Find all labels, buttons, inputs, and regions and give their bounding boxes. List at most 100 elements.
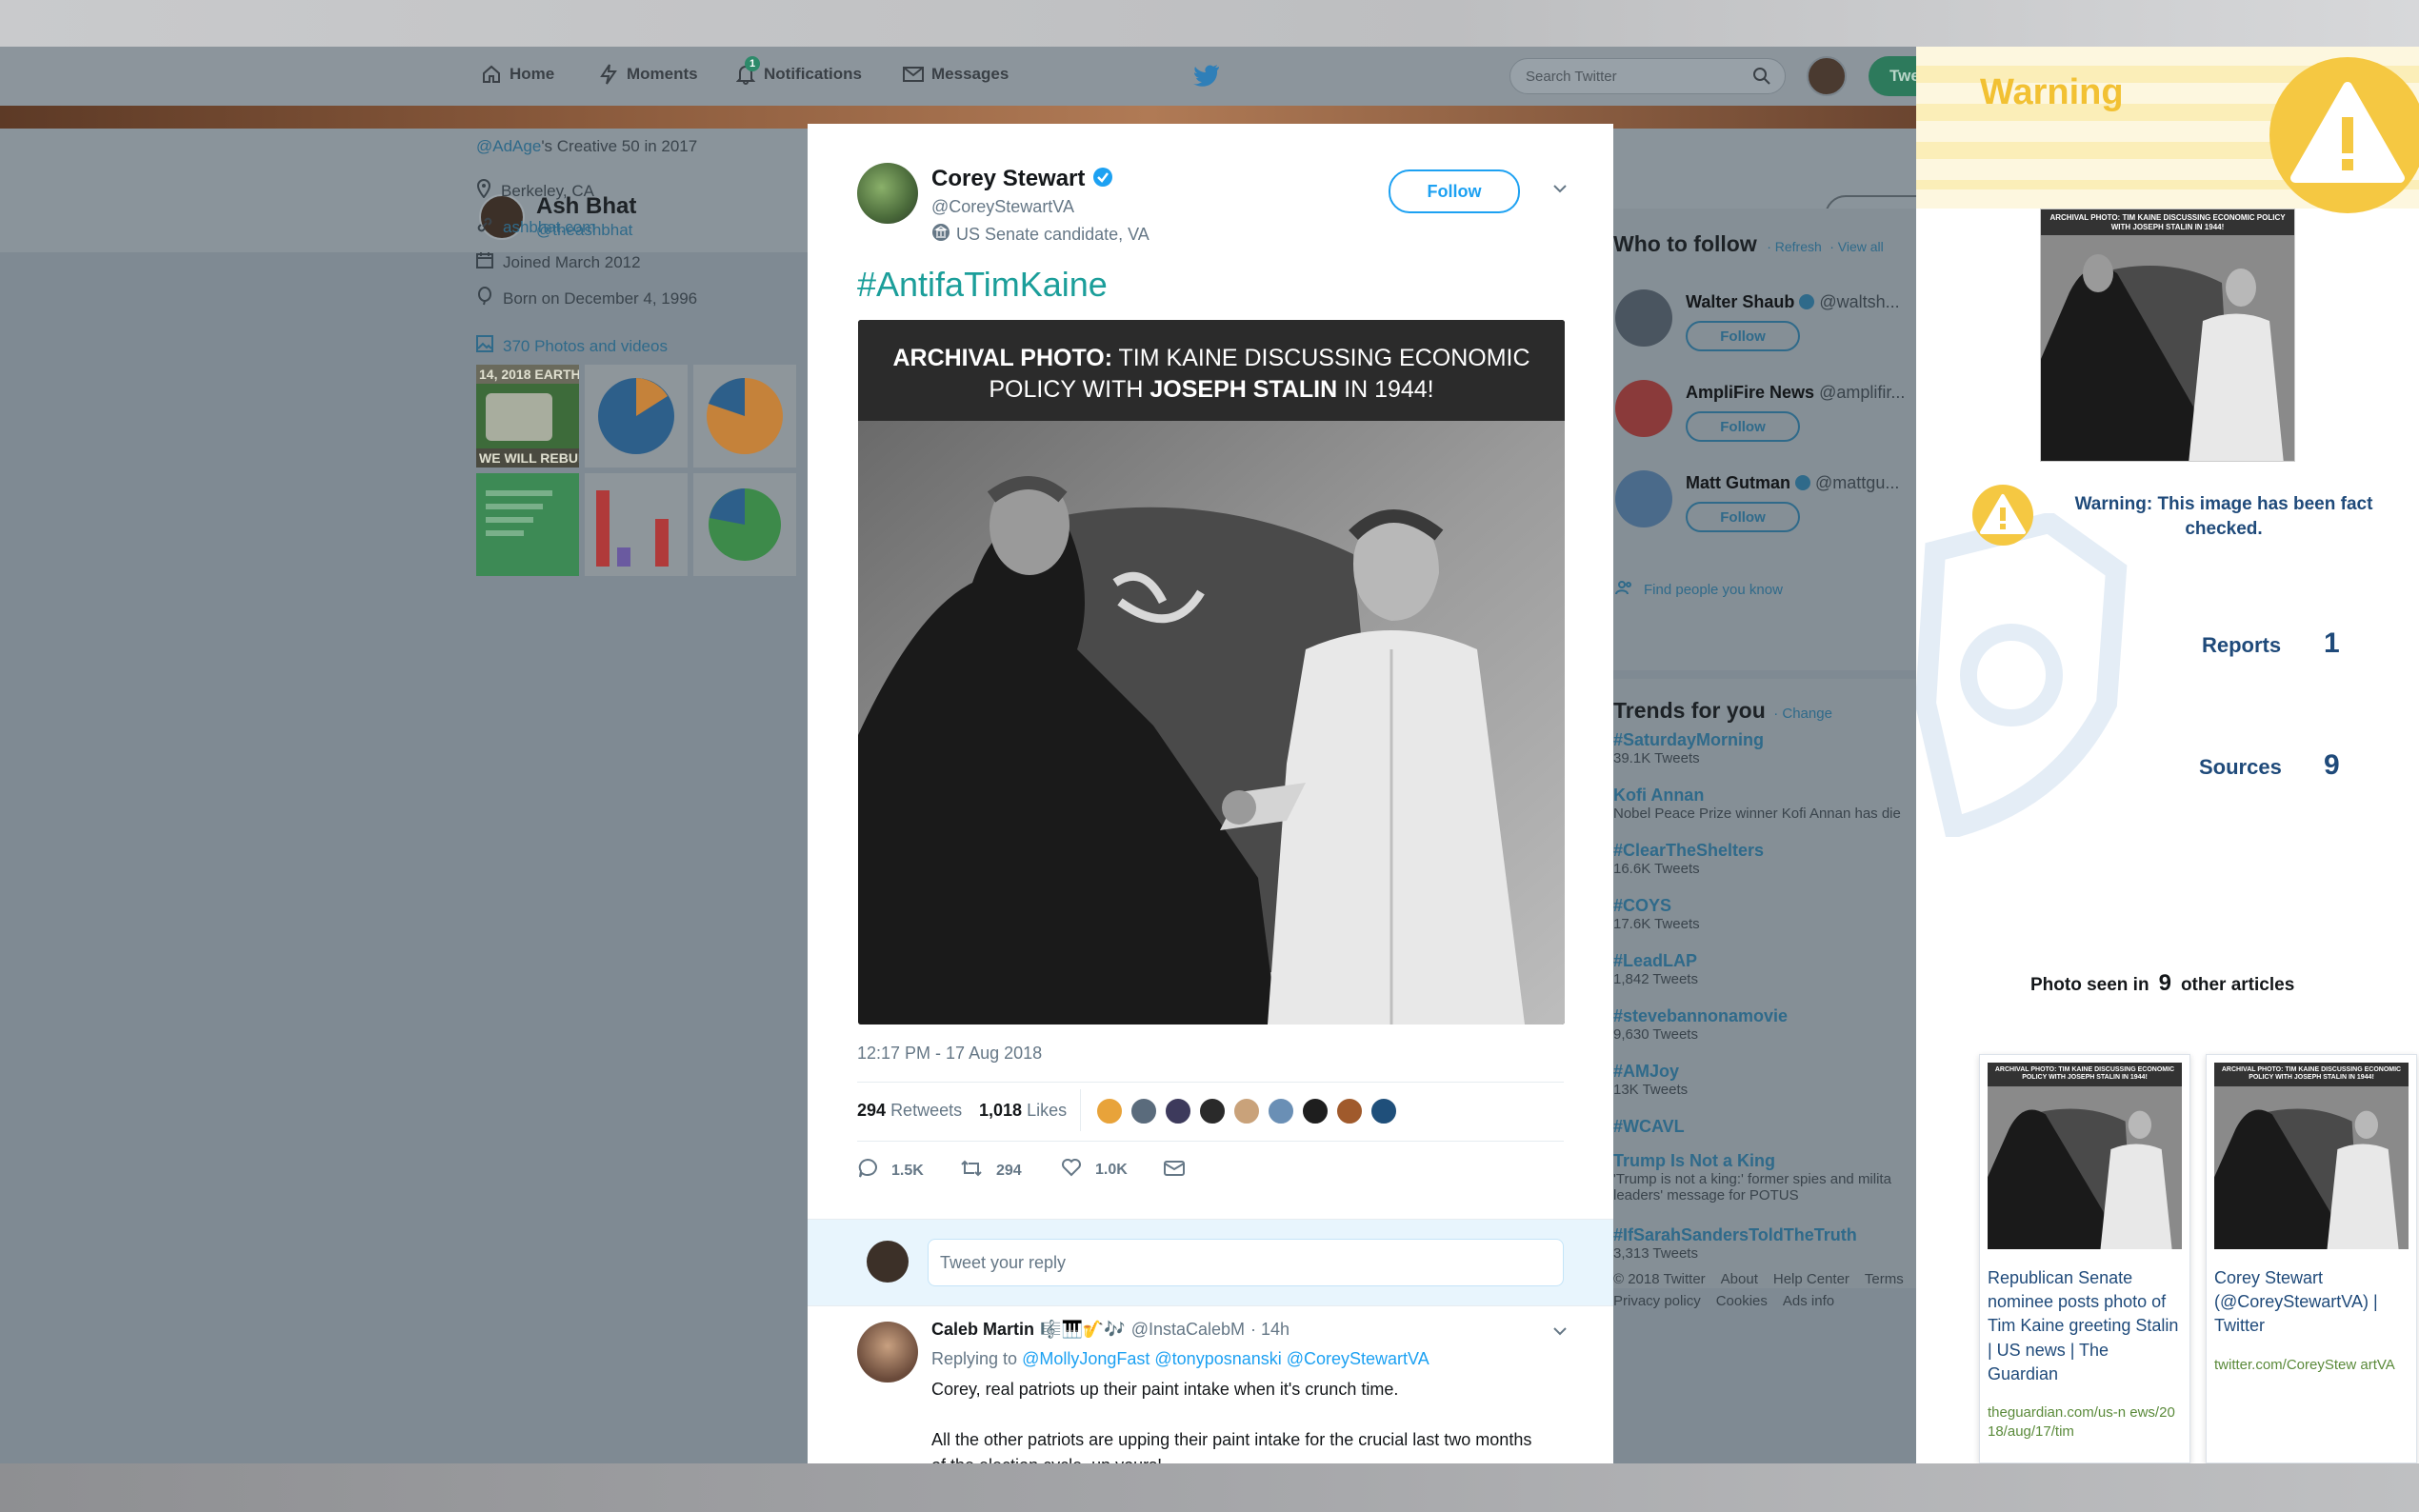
warning-icon — [2267, 54, 2419, 221]
article-url[interactable]: theguardian.com/us-n ews/2018/aug/17/tim — [1980, 1386, 2189, 1442]
refresh-link[interactable]: · Refresh — [1767, 239, 1822, 254]
nav-moments[interactable]: Moments — [598, 64, 698, 85]
find-people-link[interactable]: Find people you know — [1615, 580, 1783, 599]
reply-author-avatar[interactable] — [857, 1322, 918, 1383]
article-card[interactable]: ARCHIVAL PHOTO: TIM KAINE DISCUSSING ECO… — [1979, 1054, 2190, 1463]
footer-link[interactable]: Help Center — [1773, 1271, 1849, 1287]
retweets-stat[interactable]: 294 Retweets — [857, 1101, 962, 1121]
liker-avatar[interactable] — [1095, 1097, 1124, 1125]
liker-avatar[interactable] — [1232, 1097, 1261, 1125]
suggested-user-name: Matt Gutman — [1686, 473, 1790, 492]
follow-button[interactable]: Follow — [1686, 321, 1800, 351]
follow-button[interactable]: Follow — [1686, 411, 1800, 442]
nav-notifications[interactable]: 1 Notifications — [735, 56, 862, 85]
who-to-follow-header: Who to follow · Refresh · View all — [1613, 231, 1884, 257]
photo-thumb[interactable] — [693, 473, 796, 576]
liker-avatar[interactable] — [1369, 1097, 1398, 1125]
caption-text: POLICY WITH — [989, 375, 1150, 403]
view-all-link[interactable]: · View all — [1829, 239, 1884, 254]
photo-thumb[interactable] — [585, 473, 688, 576]
trend-item[interactable]: #LeadLAP 1,842 Tweets — [1613, 951, 1916, 1006]
trend-item[interactable]: #ClearTheShelters 16.6K Tweets — [1613, 841, 1916, 896]
retweet-action[interactable]: 294 — [960, 1158, 1022, 1184]
verified-badge-icon — [1795, 475, 1811, 490]
search-icon[interactable] — [1752, 67, 1771, 90]
suggested-user-avatar[interactable] — [1615, 289, 1672, 347]
footer-link[interactable]: Cookies — [1716, 1293, 1768, 1309]
reply-header[interactable]: Caleb Martin 🎼🎹🎷🎶 @InstaCalebM · 14h — [931, 1320, 1289, 1340]
notification-badge: 1 — [745, 56, 760, 71]
suggested-user[interactable]: AmpliFire News @amplifir... — [1686, 383, 1905, 403]
photo-thumb[interactable] — [693, 365, 796, 468]
photos-link[interactable]: 370 Photos and videos — [503, 337, 668, 356]
photo-thumb[interactable]: 14, 2018 EARTHQ WE WILL REBUIL — [476, 365, 579, 468]
trend-item[interactable]: #AMJoy 13K Tweets — [1613, 1062, 1916, 1117]
footer-link[interactable]: Terms — [1865, 1271, 1904, 1287]
liker-avatar[interactable] — [1335, 1097, 1364, 1125]
shield-watermark — [1916, 513, 2128, 837]
liker-avatar[interactable] — [1164, 1097, 1192, 1125]
author-handle[interactable]: @CoreyStewartVA — [931, 197, 1074, 217]
retweet-count: 294 — [996, 1162, 1022, 1179]
photo-thumb[interactable] — [476, 473, 579, 576]
footer-link[interactable]: Privacy policy — [1613, 1293, 1701, 1309]
tweet-timestamp[interactable]: 12:17 PM - 17 Aug 2018 — [857, 1044, 1042, 1064]
trend-item[interactable]: #SaturdayMorning 39.1K Tweets — [1613, 730, 1916, 786]
fact-check-panel: Warning ARCHIVAL PHOTO: TIM KAINE DISCUS… — [1916, 47, 2419, 1463]
trend-item[interactable]: Kofi Annan Nobel Peace Prize winner Kofi… — [1613, 786, 1916, 841]
trend-item[interactable]: #WCAVL — [1613, 1117, 1916, 1151]
nav-messages[interactable]: Messages — [903, 64, 1009, 85]
trends-change-link[interactable]: · Change — [1773, 706, 1832, 722]
suggested-user-avatar[interactable] — [1615, 380, 1672, 437]
replying-to-mentions[interactable]: @MollyJongFast @tonyposnanski @CoreyStew… — [1022, 1349, 1429, 1368]
tweet-hashtag[interactable]: #AntifaTimKaine — [857, 265, 1108, 305]
trend-sub: 'Trump is not a king:' former spies and … — [1613, 1171, 1891, 1187]
suggested-user[interactable]: Walter Shaub @waltsh... — [1686, 292, 1900, 312]
direct-message-icon[interactable] — [1164, 1160, 1185, 1182]
reports-label: Reports — [2202, 633, 2282, 657]
nav-home[interactable]: Home — [481, 64, 554, 85]
article-card[interactable]: ARCHIVAL PHOTO: TIM KAINE DISCUSSING ECO… — [2206, 1054, 2417, 1463]
follow-button[interactable]: Follow — [1389, 169, 1520, 213]
footer-link[interactable]: About — [1721, 1271, 1758, 1287]
photo-thumb[interactable] — [585, 365, 688, 468]
user-avatar[interactable] — [1807, 56, 1847, 96]
liker-avatar[interactable] — [1198, 1097, 1227, 1125]
liker-avatar[interactable] — [1301, 1097, 1329, 1125]
flagged-image-thumbnail[interactable]: ARCHIVAL PHOTO: TIM KAINE DISCUSSING ECO… — [2040, 209, 2295, 462]
retweets-count: 294 — [857, 1101, 887, 1120]
trend-item[interactable]: Trump Is Not a King 'Trump is not a king… — [1613, 1151, 1916, 1225]
reply-action[interactable]: 1.5K — [857, 1158, 924, 1184]
trend-tag: #SaturdayMorning — [1613, 730, 1765, 749]
trend-item[interactable]: #COYS 17.6K Tweets — [1613, 896, 1916, 951]
website-link[interactable]: ashbhat.com — [503, 218, 595, 237]
liker-avatar[interactable] — [1130, 1097, 1158, 1125]
tweet-image[interactable]: ARCHIVAL PHOTO: TIM KAINE DISCUSSING ECO… — [858, 320, 1565, 1025]
tweet-modal: Corey Stewart @CoreyStewartVA US Senate … — [808, 124, 1613, 1463]
likes-stat[interactable]: 1,018 Likes — [979, 1101, 1067, 1121]
trend-item[interactable]: #stevebannonamovie 9,630 Tweets — [1613, 1006, 1916, 1062]
follow-button[interactable]: Follow — [1686, 502, 1800, 532]
footer-link[interactable]: Ads info — [1783, 1293, 1834, 1309]
chevron-down-icon[interactable] — [1550, 1322, 1569, 1345]
location-pin-icon — [476, 178, 491, 203]
sources-label: Sources — [2199, 755, 2282, 779]
article-url[interactable]: twitter.com/CoreyStew artVA — [2207, 1339, 2416, 1375]
tweet-button[interactable]: Twe — [1869, 56, 1916, 96]
trends-header: Trends for you · Change — [1613, 698, 1832, 724]
author-header[interactable]: Corey Stewart — [931, 166, 1113, 192]
twitter-bird-icon[interactable] — [1193, 64, 1220, 91]
caption-bold: ARCHIVAL PHOTO: — [892, 345, 1113, 371]
caption-text: IN 1944! — [1337, 375, 1434, 403]
suggested-user[interactable]: Matt Gutman @mattgu... — [1686, 473, 1899, 493]
like-action[interactable]: 1.0K — [1061, 1158, 1128, 1182]
liker-avatar[interactable] — [1267, 1097, 1295, 1125]
chevron-down-icon[interactable] — [1550, 179, 1569, 203]
search-box[interactable]: Search Twitter — [1509, 58, 1786, 94]
suggested-user-avatar[interactable] — [1615, 470, 1672, 527]
reply-input[interactable]: Tweet your reply — [928, 1239, 1564, 1286]
suggested-user-name: Walter Shaub — [1686, 292, 1795, 311]
bio-mention-link[interactable]: @AdAge — [476, 137, 541, 155]
photos-header[interactable]: 370 Photos and videos — [476, 335, 810, 357]
author-avatar[interactable] — [857, 163, 918, 224]
